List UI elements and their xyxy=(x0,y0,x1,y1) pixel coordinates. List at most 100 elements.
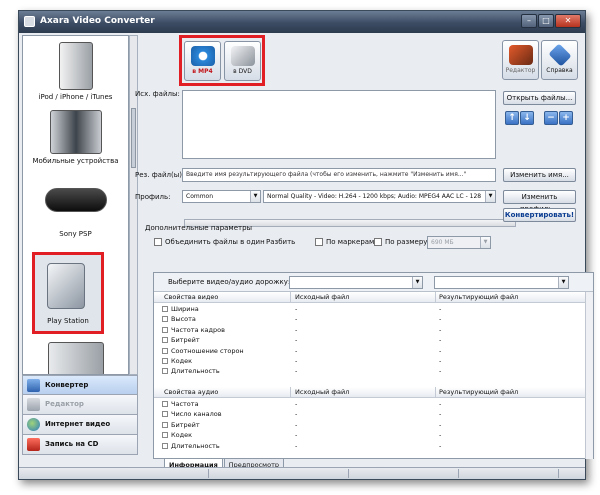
result-files-label: Рез. файл(ы): xyxy=(135,171,185,179)
psp-icon xyxy=(44,188,107,212)
property-row: Битрейт - - xyxy=(154,335,593,345)
profile-category-select[interactable]: Common ▼ xyxy=(182,190,261,203)
nav-label: Запись на CD xyxy=(45,440,99,448)
nav-item-burn-cd[interactable]: Запись на CD xyxy=(22,435,138,455)
split-size-select[interactable]: 690 МБ ▼ xyxy=(427,236,491,249)
properties-scrollbar[interactable] xyxy=(585,292,593,459)
source-value: - xyxy=(295,441,298,450)
source-value: - xyxy=(295,305,298,313)
status-bar xyxy=(19,467,585,479)
property-name: Битрейт xyxy=(171,336,200,345)
remove-file-button[interactable]: − xyxy=(544,111,558,125)
button-label: Редактор xyxy=(505,67,536,74)
result-value: - xyxy=(439,325,442,334)
result-value: - xyxy=(439,315,442,324)
device-item-mobile[interactable]: Мобильные устройства xyxy=(23,110,128,165)
editor-button[interactable]: Редактор xyxy=(502,40,539,80)
device-list-scrollbar[interactable] xyxy=(129,35,138,375)
result-filename-field[interactable]: Введите имя результирующего файла (чтобы… xyxy=(182,168,496,182)
button-label: в DVD xyxy=(233,68,252,75)
add-file-button[interactable]: + xyxy=(559,111,573,125)
change-profile-button[interactable]: Изменить профиль... xyxy=(503,190,576,213)
property-row: Частота - - xyxy=(154,399,593,409)
device-label: Play Station xyxy=(47,317,89,325)
property-name: Длительность xyxy=(171,441,220,450)
chevron-down-icon: ▼ xyxy=(485,191,495,202)
convert-to-dvd-button[interactable]: в DVD xyxy=(224,41,261,81)
property-name: Длительность xyxy=(171,367,220,376)
split-by-size-label: По размеру: xyxy=(385,238,430,246)
source-files-label: Исх. файлы: xyxy=(135,90,180,98)
result-value: - xyxy=(439,431,442,440)
row-marker-icon xyxy=(162,347,168,354)
column-header: Свойства видео xyxy=(164,293,219,301)
help-button[interactable]: Справка xyxy=(541,40,578,80)
nav-item-internet-video[interactable]: Интернет видео xyxy=(22,415,138,435)
mode-navigation: Конвертер Редактор Интернет видео Запись… xyxy=(22,375,138,455)
maximize-button[interactable]: □ xyxy=(538,14,554,28)
track-select-secondary[interactable]: ▼ xyxy=(434,276,569,289)
nav-label: Интернет видео xyxy=(45,420,111,428)
ipod-icon xyxy=(58,42,93,90)
convert-to-mp4-button[interactable]: в MP4 xyxy=(184,41,221,81)
row-marker-icon xyxy=(162,421,168,428)
editor-icon xyxy=(27,398,40,411)
profile-quality-select[interactable]: Normal Quality - Video: H.264 - 1200 kbp… xyxy=(263,190,496,203)
rename-button[interactable]: Изменить имя... xyxy=(503,168,576,182)
chevron-down-icon: ▼ xyxy=(250,191,260,202)
property-row: Число каналов - - xyxy=(154,409,593,419)
convert-button[interactable]: Конвертировать! xyxy=(503,208,576,222)
result-value: - xyxy=(439,367,442,376)
device-label: iPod / iPhone / iTunes xyxy=(38,93,113,101)
property-name: Частота xyxy=(171,400,199,408)
property-row: Длительность - - xyxy=(154,366,593,376)
button-label: в MP4 xyxy=(192,68,213,75)
source-files-list[interactable] xyxy=(182,90,496,159)
device-item-ipod[interactable]: iPod / iPhone / iTunes xyxy=(23,42,128,101)
chevron-down-icon: ▼ xyxy=(480,237,490,248)
nav-item-editor[interactable]: Редактор xyxy=(22,395,138,415)
row-marker-icon xyxy=(162,306,168,312)
button-label: Справка xyxy=(546,67,573,74)
close-button[interactable]: ✕ xyxy=(555,14,581,28)
open-files-button[interactable]: Открыть файлы... xyxy=(503,91,576,105)
result-value: - xyxy=(439,410,442,419)
converter-icon xyxy=(27,379,40,392)
row-marker-icon xyxy=(162,411,168,418)
nav-label: Редактор xyxy=(45,400,84,408)
selected-value: Common xyxy=(186,193,214,200)
result-value: - xyxy=(439,420,442,429)
track-select-label: Выберите видео/аудио дорожку: xyxy=(168,278,291,286)
audio-properties-header: Свойства аудио Исходный файл Результирую… xyxy=(154,387,593,398)
device-item-psp[interactable]: Sony PSP xyxy=(23,188,128,238)
split-by-markers-checkbox[interactable] xyxy=(315,238,323,246)
row-marker-icon xyxy=(162,326,168,333)
app-window: Axara Video Converter – □ ✕ iPod / iPhon… xyxy=(18,10,594,480)
property-row: Частота кадров - - xyxy=(154,325,593,335)
property-row: Ширина - - xyxy=(154,304,593,314)
column-header: Исходный файл xyxy=(295,293,350,301)
extra-params-label: Дополнительные параметры xyxy=(145,224,253,232)
column-header: Результирующий файл xyxy=(439,388,519,396)
window-title: Axara Video Converter xyxy=(40,16,155,26)
selected-value: 690 МБ xyxy=(431,239,454,246)
property-name: Высота xyxy=(171,315,196,324)
minimize-button[interactable]: – xyxy=(521,14,537,28)
video-properties-header: Свойства видео Исходный файл Результирую… xyxy=(154,292,593,303)
title-bar: Axara Video Converter – □ ✕ xyxy=(19,11,585,33)
app-icon xyxy=(24,16,35,27)
property-row: Высота - - xyxy=(154,314,593,324)
xbox-icon xyxy=(47,342,104,374)
property-row: Соотношение сторон - - xyxy=(154,346,593,356)
merge-files-checkbox[interactable] xyxy=(154,238,162,246)
row-marker-icon xyxy=(162,432,168,439)
scrollbar-thumb[interactable] xyxy=(131,108,136,168)
split-by-size-checkbox[interactable] xyxy=(374,238,382,246)
move-down-button[interactable]: ↓ xyxy=(520,111,534,125)
track-select-primary[interactable]: ▼ xyxy=(289,276,423,289)
device-item-playstation[interactable]: Play Station xyxy=(32,252,104,334)
result-value: - xyxy=(439,336,442,345)
device-item-xbox[interactable] xyxy=(23,342,128,374)
move-up-button[interactable]: ↑ xyxy=(505,111,519,125)
nav-item-converter[interactable]: Конвертер xyxy=(22,375,138,395)
